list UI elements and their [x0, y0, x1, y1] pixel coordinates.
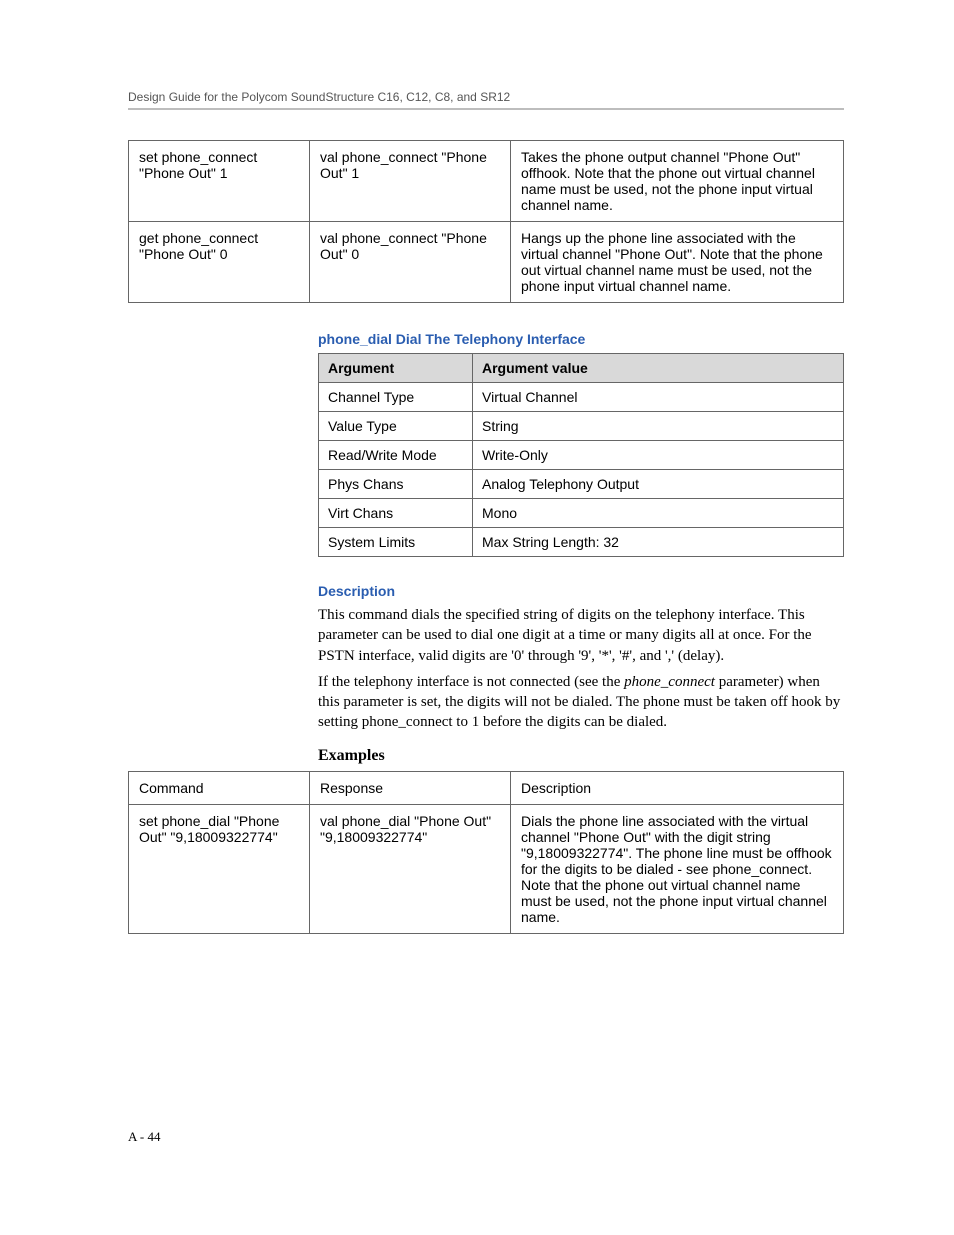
examples-table: Command Response Description set phone_d…	[128, 771, 844, 934]
examples-head-description: Description	[511, 771, 844, 804]
phone-connect-emphasis: phone_connect	[624, 674, 715, 690]
arg-val: Write-Only	[473, 441, 844, 470]
table-row: Read/Write ModeWrite-Only	[319, 441, 844, 470]
arg-val: Max String Length: 32	[473, 528, 844, 557]
args-head-argument: Argument	[319, 354, 473, 383]
arg-val: String	[473, 412, 844, 441]
table-row: Phys ChansAnalog Telephony Output	[319, 470, 844, 499]
arg-key: System Limits	[319, 528, 473, 557]
cell-description: Takes the phone output channel "Phone Ou…	[511, 141, 844, 222]
header-rule	[128, 108, 844, 110]
cell-description: Hangs up the phone line associated with …	[511, 222, 844, 303]
arg-val: Mono	[473, 499, 844, 528]
arguments-table: Argument Argument value Channel TypeVirt…	[318, 353, 844, 557]
indented-section: phone_dial Dial The Telephony Interface …	[318, 331, 844, 765]
table-row: set phone_dial "Phone Out" "9,1800932277…	[129, 804, 844, 933]
examples-head-response: Response	[310, 771, 511, 804]
text-span: If the telephony interface is not connec…	[318, 674, 624, 690]
examples-head-command: Command	[129, 771, 310, 804]
table-row: System LimitsMax String Length: 32	[319, 528, 844, 557]
page-number: A - 44	[128, 1129, 161, 1145]
table-row: set phone_connect "Phone Out" 1 val phon…	[129, 141, 844, 222]
running-header: Design Guide for the Polycom SoundStruct…	[128, 90, 844, 104]
table-header-row: Command Response Description	[129, 771, 844, 804]
cell-command: set phone_dial "Phone Out" "9,1800932277…	[129, 804, 310, 933]
examples-heading: Examples	[318, 747, 844, 765]
page: Design Guide for the Polycom SoundStruct…	[0, 0, 954, 1235]
cell-response: val phone_dial "Phone Out" "9,1800932277…	[310, 804, 511, 933]
cell-description: Dials the phone line associated with the…	[511, 804, 844, 933]
args-head-value: Argument value	[473, 354, 844, 383]
arg-key: Value Type	[319, 412, 473, 441]
table-row: Channel TypeVirtual Channel	[319, 383, 844, 412]
description-paragraph-1: This command dials the specified string …	[318, 605, 844, 666]
description-heading: Description	[318, 583, 844, 599]
phone-connect-table: set phone_connect "Phone Out" 1 val phon…	[128, 140, 844, 303]
table-row: Virt ChansMono	[319, 499, 844, 528]
cell-response: val phone_connect "Phone Out" 1	[310, 141, 511, 222]
section-title: phone_dial Dial The Telephony Interface	[318, 331, 844, 347]
arg-val: Virtual Channel	[473, 383, 844, 412]
cell-response: val phone_connect "Phone Out" 0	[310, 222, 511, 303]
table-row: get phone_connect "Phone Out" 0 val phon…	[129, 222, 844, 303]
table-header-row: Argument Argument value	[319, 354, 844, 383]
arg-val: Analog Telephony Output	[473, 470, 844, 499]
description-paragraph-2: If the telephony interface is not connec…	[318, 672, 844, 733]
table-row: Value TypeString	[319, 412, 844, 441]
arg-key: Channel Type	[319, 383, 473, 412]
arg-key: Phys Chans	[319, 470, 473, 499]
cell-command: get phone_connect "Phone Out" 0	[129, 222, 310, 303]
arg-key: Virt Chans	[319, 499, 473, 528]
cell-command: set phone_connect "Phone Out" 1	[129, 141, 310, 222]
arg-key: Read/Write Mode	[319, 441, 473, 470]
